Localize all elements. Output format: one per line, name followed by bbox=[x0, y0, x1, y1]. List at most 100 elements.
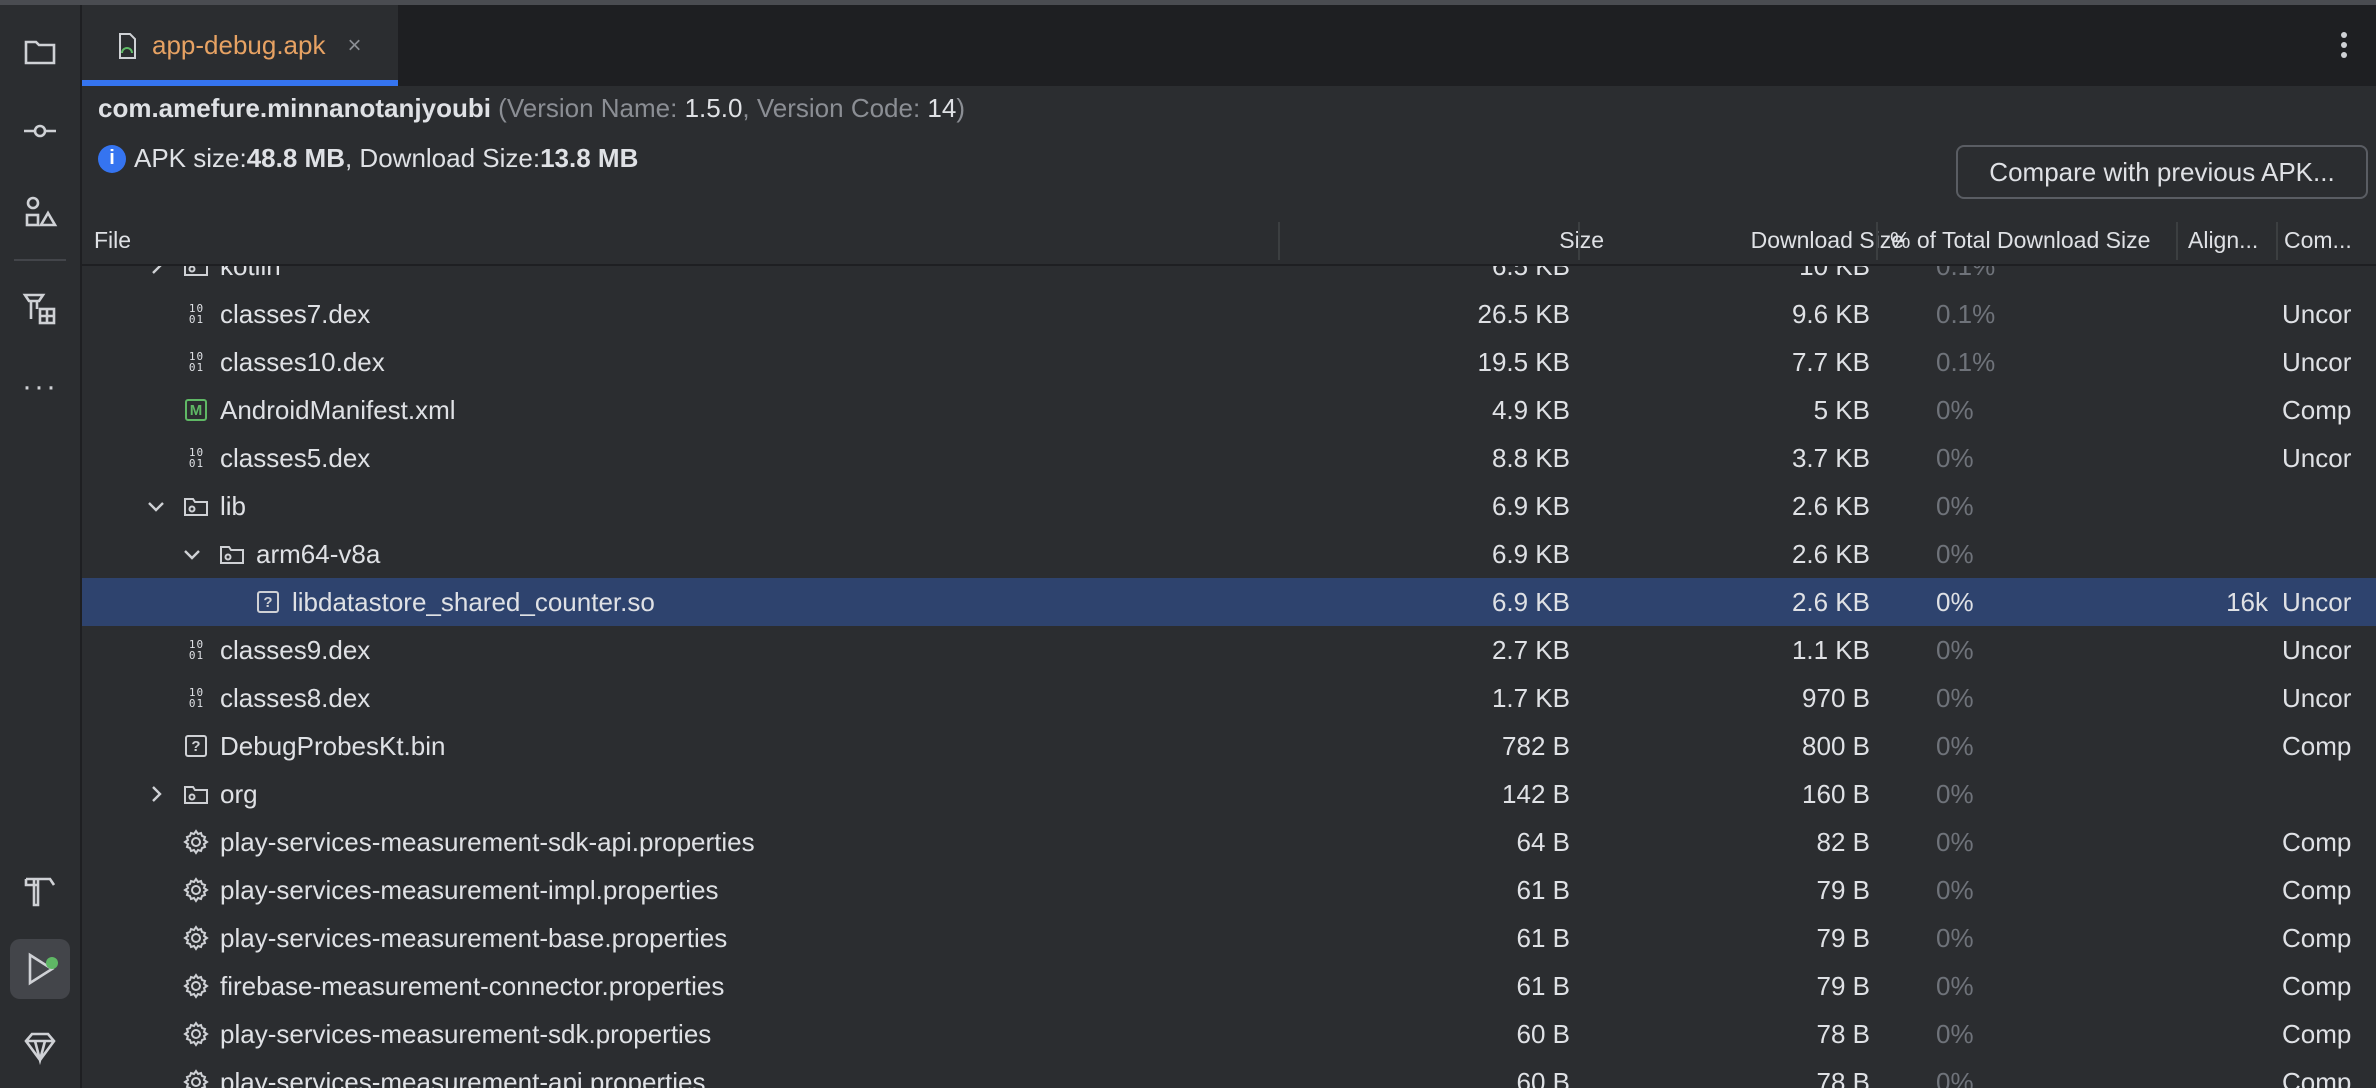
chevron-down-icon[interactable] bbox=[180, 530, 204, 578]
file-compression: Comp bbox=[2282, 826, 2352, 857]
file-name: arm64-v8a bbox=[256, 538, 381, 569]
file-alignment bbox=[2182, 338, 2268, 386]
table-row[interactable]: 10 01 classes7.dex 26.5 KB 9.6 KB 0.1% Uncor bbox=[82, 290, 2376, 338]
file-alignment bbox=[2182, 290, 2268, 338]
table-row[interactable]: play-services-measurement-sdk.properties… bbox=[82, 1010, 2376, 1058]
chevron-right-icon[interactable] bbox=[144, 770, 168, 818]
file-size: 6.5 KB bbox=[1282, 266, 1570, 290]
table-row[interactable]: M AndroidManifest.xml 4.9 KB 5 KB 0% Comp bbox=[82, 386, 2376, 434]
table-row[interactable]: firebase-measurement-connector.propertie… bbox=[82, 962, 2376, 1010]
column-separator[interactable] bbox=[1278, 222, 1280, 260]
download-size-value: 13.8 MB bbox=[540, 143, 639, 173]
file-percent-total: 0.1% bbox=[1936, 346, 1996, 377]
file-download-size: 79 B bbox=[1816, 874, 1871, 905]
apk-analyzer-panel: app-debug.apk × com.amefure.minnanotanjy… bbox=[82, 5, 2376, 1088]
file-download-size: 9.6 KB bbox=[1791, 298, 1870, 329]
close-icon[interactable]: × bbox=[347, 32, 361, 60]
file-percent-total: 0% bbox=[1936, 442, 1974, 473]
file-alignment bbox=[2182, 674, 2268, 722]
apk-size-label: APK size: bbox=[134, 143, 247, 173]
apk-size-summary: i APK size: 48.8 MB, Download Size: 13.8… bbox=[98, 143, 638, 174]
compare-with-previous-apk-button[interactable]: Compare with previous APK... bbox=[1956, 145, 2368, 199]
project-folder-icon[interactable] bbox=[10, 21, 70, 81]
running-indicator bbox=[46, 957, 58, 969]
column-separator[interactable] bbox=[1876, 222, 1878, 260]
column-header-file[interactable]: File bbox=[94, 216, 1194, 264]
file-tree-table[interactable]: kotlin 6.5 KB 10 KB 0.1% 1001 classes7.dex 26.… bbox=[82, 266, 2376, 1088]
table-row[interactable]: play-services-measurement-base.propertie… bbox=[82, 914, 2376, 962]
column-separator[interactable] bbox=[2176, 222, 2178, 260]
file-name: play-services-measurement-base.propertie… bbox=[220, 922, 728, 953]
version-name-label: (Version Name: bbox=[490, 93, 685, 123]
file-size: 61 B bbox=[1516, 970, 1571, 1001]
folder-icon bbox=[218, 530, 246, 578]
editor-tab-bar: app-debug.apk × bbox=[82, 5, 2376, 86]
column-header-compression[interactable]: Com... bbox=[2284, 216, 2374, 264]
file-alignment bbox=[2182, 482, 2268, 530]
more-tools-glyph: ··· bbox=[22, 370, 58, 403]
column-header-size[interactable]: Size bbox=[1282, 216, 1604, 264]
file-size: 142 B bbox=[1502, 778, 1570, 809]
run-icon[interactable] bbox=[10, 939, 70, 999]
file-download-size: 2.6 KB bbox=[1791, 490, 1870, 521]
file-alignment: 16k bbox=[2226, 586, 2268, 617]
file-compression: Comp bbox=[2282, 394, 2352, 425]
file-compression: Uncor bbox=[2282, 634, 2352, 665]
file-percent-total: 0.1% bbox=[1936, 298, 1996, 329]
more-options-icon[interactable] bbox=[2334, 25, 2354, 65]
build-variants-icon[interactable] bbox=[10, 277, 70, 337]
build-hammer-icon[interactable] bbox=[10, 861, 70, 921]
file-download-size: 1.1 KB bbox=[1791, 634, 1870, 665]
unknown-file-icon: ? bbox=[254, 578, 282, 626]
file-name: play-services-measurement-sdk.properties bbox=[220, 1018, 712, 1049]
apk-file-icon bbox=[119, 32, 136, 59]
column-header-download-size[interactable]: Download Size bbox=[1582, 216, 1904, 264]
commit-icon[interactable] bbox=[10, 101, 70, 161]
chevron-down-icon[interactable] bbox=[144, 482, 168, 530]
tab-app-debug-apk[interactable]: app-debug.apk × bbox=[82, 5, 398, 86]
file-alignment bbox=[2182, 914, 2268, 962]
column-separator[interactable] bbox=[1578, 222, 1580, 260]
gear-icon bbox=[182, 818, 210, 866]
file-compression bbox=[2282, 530, 2376, 578]
more-tools-icon[interactable]: ··· bbox=[10, 357, 70, 417]
file-percent-total: 0% bbox=[1936, 634, 1974, 665]
file-percent-total: 0% bbox=[1936, 586, 1974, 617]
file-alignment bbox=[2182, 626, 2268, 674]
table-row[interactable]: ? DebugProbesKt.bin 782 B 800 B 0% Comp bbox=[82, 722, 2376, 770]
table-row[interactable]: play-services-measurement-impl.propertie… bbox=[82, 866, 2376, 914]
table-row[interactable]: org 142 B 160 B 0% bbox=[82, 770, 2376, 818]
table-row[interactable]: play-services-measurement-sdk-api.proper… bbox=[82, 818, 2376, 866]
file-compression bbox=[2282, 482, 2376, 530]
file-size: 8.8 KB bbox=[1491, 442, 1570, 473]
table-row[interactable]: kotlin 6.5 KB 10 KB 0.1% bbox=[82, 266, 2376, 290]
file-size: 61 B bbox=[1516, 874, 1571, 905]
table-row[interactable]: 10 01 classes10.dex 19.5 KB 7.7 KB 0.1% Uncor bbox=[82, 338, 2376, 386]
column-separator[interactable] bbox=[2276, 222, 2278, 260]
version-code-label: , Version Code: bbox=[742, 93, 928, 123]
file-compression: Uncor bbox=[2282, 298, 2352, 329]
table-row[interactable]: ? libdatastore_shared_counter.so 6.9 KB 2.6… bbox=[82, 578, 2376, 626]
folder-icon bbox=[182, 482, 210, 530]
file-compression bbox=[2282, 770, 2376, 818]
chevron-right-icon[interactable] bbox=[144, 266, 168, 290]
file-size: 60 B bbox=[1516, 1066, 1571, 1088]
column-header-alignment[interactable]: Align... bbox=[2188, 216, 2278, 264]
table-row[interactable]: 10 01 classes5.dex 8.8 KB 3.7 KB 0% Uncor bbox=[82, 434, 2376, 482]
info-icon: i bbox=[98, 144, 126, 173]
table-row[interactable]: arm64-v8a 6.9 KB 2.6 KB 0% bbox=[82, 530, 2376, 578]
file-compression: Comp bbox=[2282, 1018, 2352, 1049]
file-download-size: 800 B bbox=[1802, 730, 1870, 761]
file-compression: Comp bbox=[2282, 874, 2352, 905]
table-row[interactable]: play-services-measurement-api.properties… bbox=[82, 1058, 2376, 1088]
file-size: 60 B bbox=[1516, 1018, 1571, 1049]
table-row[interactable]: 10 01 classes8.dex 1.7 KB 970 B 0% Uncor bbox=[82, 674, 2376, 722]
table-row[interactable]: lib 6.9 KB 2.6 KB 0% bbox=[82, 482, 2376, 530]
table-row[interactable]: 10 01 classes9.dex 2.7 KB 1.1 KB 0% Uncor bbox=[82, 626, 2376, 674]
dex-icon: 10 01 bbox=[188, 302, 204, 326]
file-name: play-services-measurement-impl.propertie… bbox=[220, 874, 719, 905]
file-download-size: 10 KB bbox=[1582, 266, 1870, 290]
gem-icon[interactable] bbox=[10, 1017, 70, 1077]
version-code-value: 14 bbox=[927, 93, 957, 123]
resource-manager-icon[interactable] bbox=[10, 181, 70, 241]
